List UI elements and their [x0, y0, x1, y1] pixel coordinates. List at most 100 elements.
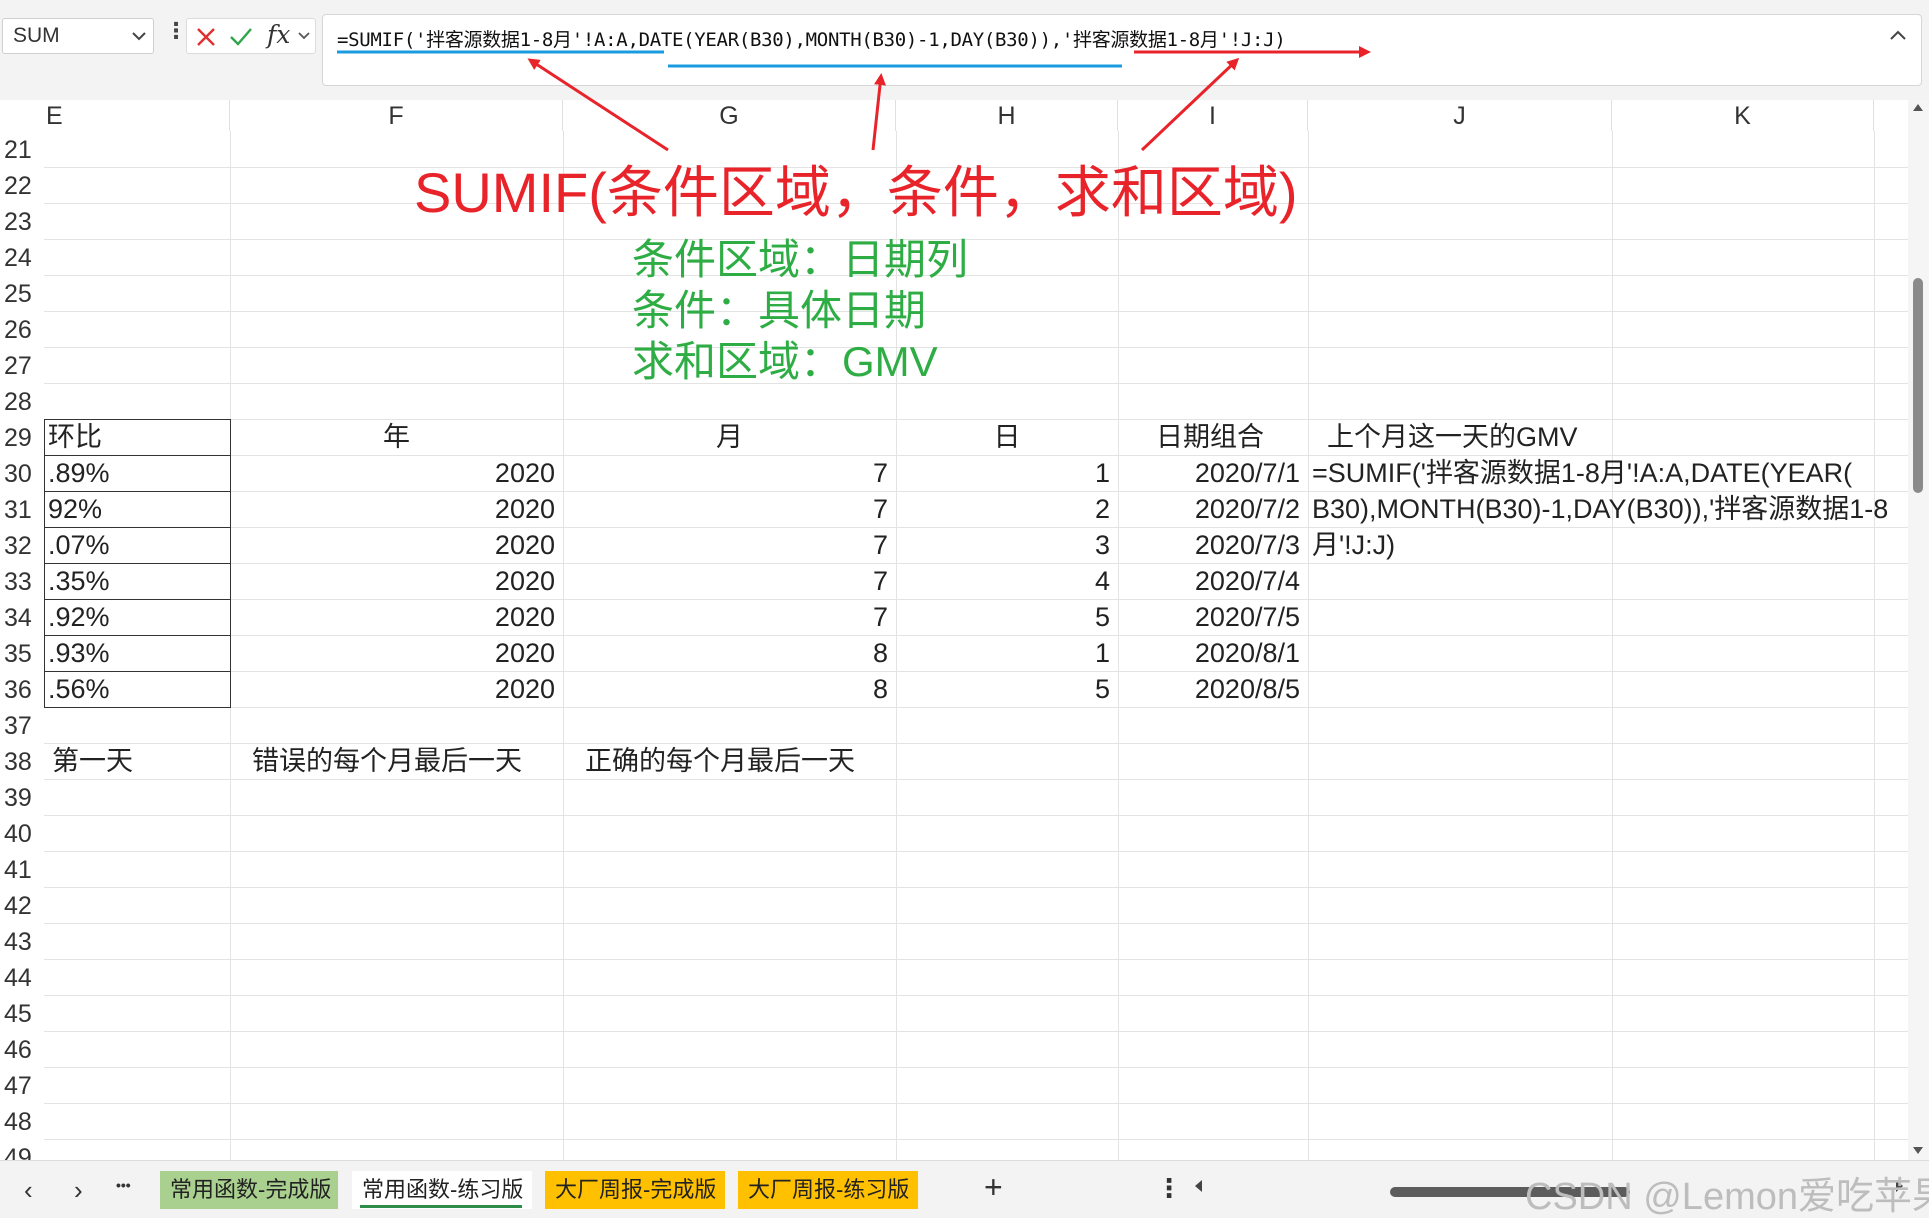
cell-g29[interactable]: 月: [563, 419, 896, 455]
tab-options-icon[interactable]: ⋮: [1156, 1173, 1182, 1204]
cell-h35[interactable]: 1: [896, 635, 1110, 671]
row-header[interactable]: 32: [0, 527, 44, 563]
column-header-j[interactable]: J: [1308, 100, 1612, 131]
more-options-icon[interactable]: ⋮: [165, 18, 187, 44]
cell-e30[interactable]: .89%: [48, 455, 110, 491]
sheet-tab-weekly-report-complete[interactable]: 大厂周报-完成版: [545, 1171, 725, 1209]
row-header[interactable]: 22: [0, 167, 44, 203]
row-header[interactable]: 49: [0, 1139, 44, 1160]
row-header[interactable]: 26: [0, 311, 44, 347]
column-header-k[interactable]: K: [1612, 100, 1874, 131]
next-sheet-icon[interactable]: ›: [74, 1175, 83, 1206]
cell-f33[interactable]: 2020: [230, 563, 555, 599]
row-header[interactable]: 28: [0, 383, 44, 419]
row-header[interactable]: 37: [0, 707, 44, 743]
cell-i31[interactable]: 2020/7/2: [1118, 491, 1300, 527]
more-sheets-icon[interactable]: •••: [116, 1177, 131, 1193]
scroll-left-icon[interactable]: [1193, 1179, 1203, 1193]
formula-text[interactable]: =SUMIF('拌客源数据1-8月'!A:A,DATE(YEAR(B30),MO…: [337, 25, 1286, 52]
prev-sheet-icon[interactable]: ‹: [24, 1175, 33, 1206]
cell-h29[interactable]: 日: [896, 419, 1118, 455]
cell-i35[interactable]: 2020/8/1: [1118, 635, 1300, 671]
row-header[interactable]: 44: [0, 959, 44, 995]
cell-i33[interactable]: 2020/7/4: [1118, 563, 1300, 599]
cell-g36[interactable]: 8: [563, 671, 888, 707]
chevron-down-icon[interactable]: [131, 31, 147, 41]
cell-g31[interactable]: 7: [563, 491, 888, 527]
cell-g32[interactable]: 7: [563, 527, 888, 563]
row-header[interactable]: 33: [0, 563, 44, 599]
row-header[interactable]: 24: [0, 239, 44, 275]
row-header[interactable]: 47: [0, 1067, 44, 1103]
cell-h32[interactable]: 3: [896, 527, 1110, 563]
row-header[interactable]: 45: [0, 995, 44, 1031]
cell-f29[interactable]: 年: [230, 419, 563, 455]
sheet-tab-common-functions-complete[interactable]: 常用函数-完成版: [160, 1171, 338, 1209]
row-header[interactable]: 48: [0, 1103, 44, 1139]
cell-f35[interactable]: 2020: [230, 635, 555, 671]
formula-input[interactable]: =SUMIF('拌客源数据1-8月'!A:A,DATE(YEAR(B30),MO…: [322, 14, 1922, 86]
scroll-down-icon[interactable]: [1912, 1146, 1924, 1156]
cell-h30[interactable]: 1: [896, 455, 1110, 491]
cell-e35[interactable]: .93%: [48, 635, 110, 671]
sheet-tab-common-functions-practice[interactable]: 常用函数-练习版: [352, 1171, 532, 1209]
cell-f30[interactable]: 2020: [230, 455, 555, 491]
cell-i30[interactable]: 2020/7/1: [1118, 455, 1300, 491]
cell-f38[interactable]: 错误的每个月最后一天: [252, 743, 522, 779]
row-header[interactable]: 34: [0, 599, 44, 635]
cell-g35[interactable]: 8: [563, 635, 888, 671]
row-header[interactable]: 25: [0, 275, 44, 311]
cell-i34[interactable]: 2020/7/5: [1118, 599, 1300, 635]
cell-e31[interactable]: 92%: [48, 491, 102, 527]
row-header[interactable]: 35: [0, 635, 44, 671]
cell-e38[interactable]: 第一天: [52, 743, 133, 779]
cell-g38[interactable]: 正确的每个月最后一天: [585, 743, 855, 779]
cell-i36[interactable]: 2020/8/5: [1118, 671, 1300, 707]
cell-g34[interactable]: 7: [563, 599, 888, 635]
cell-h33[interactable]: 4: [896, 563, 1110, 599]
cell-e32[interactable]: .07%: [48, 527, 110, 563]
column-header-i[interactable]: I: [1118, 100, 1308, 131]
row-header[interactable]: 38: [0, 743, 44, 779]
row-header[interactable]: 40: [0, 815, 44, 851]
row-header[interactable]: 21: [0, 131, 44, 167]
row-header[interactable]: 30: [0, 455, 44, 491]
cell-h34[interactable]: 5: [896, 599, 1110, 635]
chevron-down-icon[interactable]: [297, 31, 311, 41]
cell-h31[interactable]: 2: [896, 491, 1110, 527]
cell-g30[interactable]: 7: [563, 455, 888, 491]
column-header-g[interactable]: G: [563, 100, 896, 131]
cancel-icon[interactable]: [195, 26, 217, 48]
row-header[interactable]: 36: [0, 671, 44, 707]
cell-f36[interactable]: 2020: [230, 671, 555, 707]
column-header-e[interactable]: E: [44, 100, 230, 131]
vertical-scrollbar[interactable]: [1908, 100, 1929, 1160]
scroll-up-icon[interactable]: [1912, 102, 1924, 112]
row-header[interactable]: 42: [0, 887, 44, 923]
cell-e29[interactable]: 环比: [48, 419, 102, 455]
row-header[interactable]: 46: [0, 1031, 44, 1067]
insert-function-icon[interactable]: fx: [267, 20, 290, 49]
name-box[interactable]: SUM: [2, 18, 154, 54]
sheet-tab-weekly-report-practice[interactable]: 大厂周报-练习版: [738, 1171, 918, 1209]
cell-f31[interactable]: 2020: [230, 491, 555, 527]
cell-j29[interactable]: 上个月这一天的GMV: [1327, 419, 1578, 455]
cell-f32[interactable]: 2020: [230, 527, 555, 563]
row-header[interactable]: 39: [0, 779, 44, 815]
add-sheet-button[interactable]: +: [984, 1169, 1003, 1206]
row-header[interactable]: 29: [0, 419, 44, 455]
cell-e33[interactable]: .35%: [48, 563, 110, 599]
row-header[interactable]: 41: [0, 851, 44, 887]
vertical-scroll-thumb[interactable]: [1913, 278, 1923, 493]
spreadsheet-grid[interactable]: E F G H I J K 21 22 23 24 25 26 27 28 29 30 31 32 33…: [0, 100, 1908, 1160]
column-header-h[interactable]: H: [896, 100, 1118, 131]
cell-e36[interactable]: .56%: [48, 671, 110, 707]
column-header-f[interactable]: F: [230, 100, 563, 131]
enter-check-icon[interactable]: [229, 26, 253, 48]
row-header[interactable]: 27: [0, 347, 44, 383]
cell-g33[interactable]: 7: [563, 563, 888, 599]
cell-f34[interactable]: 2020: [230, 599, 555, 635]
cell-i29[interactable]: 日期组合: [1156, 419, 1264, 455]
cell-j30-line1[interactable]: =SUMIF('拌客源数据1-8月'!A:A,DATE(YEAR(: [1312, 455, 1852, 491]
row-header[interactable]: 43: [0, 923, 44, 959]
